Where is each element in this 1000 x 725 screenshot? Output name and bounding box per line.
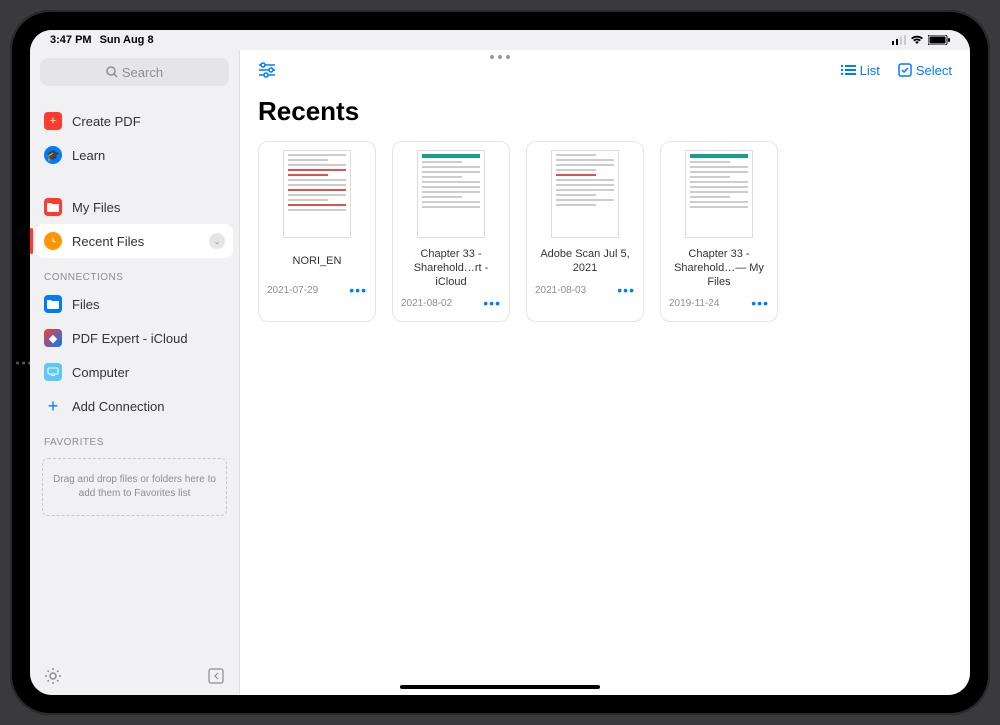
multitask-dots[interactable] [490, 55, 510, 59]
sidebar-item-add-connection[interactable]: + Add Connection [30, 389, 239, 423]
list-icon [840, 64, 856, 76]
sidebar: Search + Create PDF 🎓 Learn [30, 50, 240, 695]
file-thumbnail [283, 150, 351, 238]
ipad-frame: 3:47 PM Sun Aug 8 Search [10, 10, 990, 715]
sidebar-item-label: Files [72, 297, 99, 312]
content-area: List Select Recents [240, 50, 970, 695]
learn-icon: 🎓 [44, 146, 62, 164]
sidebar-item-label: Computer [72, 365, 129, 380]
status-bar: 3:47 PM Sun Aug 8 [30, 30, 970, 50]
toolbar: List Select [240, 50, 970, 90]
folder-icon [44, 198, 62, 216]
connections-header: CONNECTIONS [30, 258, 239, 287]
file-card[interactable]: Adobe Scan Jul 5, 2021 2021-08-03 ••• [526, 141, 644, 322]
more-button[interactable]: ••• [349, 282, 367, 298]
favorites-header: FAVORITES [30, 423, 239, 452]
pdf-expert-icon: ◆ [44, 329, 62, 347]
sliders-icon [258, 62, 276, 78]
sidebar-item-label: My Files [72, 200, 120, 215]
search-icon [106, 66, 118, 78]
side-connector-dots [16, 361, 31, 364]
select-button[interactable]: Select [898, 63, 952, 78]
sidebar-item-label: PDF Expert - iCloud [72, 331, 188, 346]
computer-icon [44, 363, 62, 381]
collapse-icon [207, 667, 225, 685]
more-button[interactable]: ••• [751, 295, 769, 311]
list-label: List [860, 63, 880, 78]
more-button[interactable]: ••• [617, 282, 635, 298]
sidebar-item-computer[interactable]: Computer [30, 355, 239, 389]
file-name: Chapter 33 - Sharehold…— My Files [669, 248, 769, 289]
file-name: Chapter 33 - Sharehold…rt - iCloud [401, 248, 501, 289]
settings-button[interactable] [44, 667, 62, 685]
sidebar-item-pdf-expert-icloud[interactable]: ◆ PDF Expert - iCloud [30, 321, 239, 355]
search-input[interactable]: Search [40, 58, 229, 86]
plus-icon: + [44, 397, 62, 415]
sidebar-item-my-files[interactable]: My Files [30, 190, 239, 224]
battery-icon [928, 35, 950, 45]
file-card[interactable]: NORI_EN 2021-07-29 ••• [258, 141, 376, 322]
create-pdf-icon: + [44, 112, 62, 130]
file-thumbnail [551, 150, 619, 238]
page-title: Recents [240, 90, 970, 141]
home-indicator[interactable] [400, 685, 600, 689]
chevron-down-icon[interactable]: ⌄ [209, 233, 225, 249]
folder-icon [44, 295, 62, 313]
signal-icon [892, 35, 906, 45]
file-date: 2019-11-24 [669, 298, 719, 309]
file-thumbnail [417, 150, 485, 238]
sidebar-item-label: Learn [72, 148, 105, 163]
sidebar-item-label: Recent Files [72, 234, 144, 249]
gear-icon [44, 667, 62, 685]
sidebar-item-create-pdf[interactable]: + Create PDF [30, 104, 239, 138]
search-placeholder: Search [122, 65, 163, 80]
screen: 3:47 PM Sun Aug 8 Search [30, 30, 970, 695]
checkbox-icon [898, 63, 912, 77]
filter-button[interactable] [258, 62, 276, 78]
file-card[interactable]: Chapter 33 - Sharehold…rt - iCloud 2021-… [392, 141, 510, 322]
file-date: 2021-08-03 [535, 285, 586, 296]
status-date: Sun Aug 8 [100, 34, 154, 46]
wifi-icon [910, 35, 924, 45]
favorites-dropzone[interactable]: Drag and drop files or folders here to a… [42, 458, 227, 516]
select-label: Select [916, 63, 952, 78]
list-view-button[interactable]: List [840, 63, 880, 78]
file-name: NORI_EN [293, 248, 342, 276]
more-button[interactable]: ••• [483, 295, 501, 311]
sidebar-item-label: Add Connection [72, 399, 165, 414]
sidebar-item-label: Create PDF [72, 114, 141, 129]
file-date: 2021-08-02 [401, 298, 452, 309]
sidebar-item-recent-files[interactable]: Recent Files ⌄ [36, 224, 233, 258]
collapse-sidebar-button[interactable] [207, 667, 225, 685]
sidebar-item-learn[interactable]: 🎓 Learn [30, 138, 239, 172]
file-card[interactable]: Chapter 33 - Sharehold…— My Files 2019-1… [660, 141, 778, 322]
clock-icon [44, 232, 62, 250]
file-grid: NORI_EN 2021-07-29 ••• [240, 141, 970, 322]
file-name: Adobe Scan Jul 5, 2021 [535, 248, 635, 276]
sidebar-item-files[interactable]: Files [30, 287, 239, 321]
status-time: 3:47 PM [50, 34, 92, 46]
file-thumbnail [685, 150, 753, 238]
file-date: 2021-07-29 [267, 285, 318, 296]
